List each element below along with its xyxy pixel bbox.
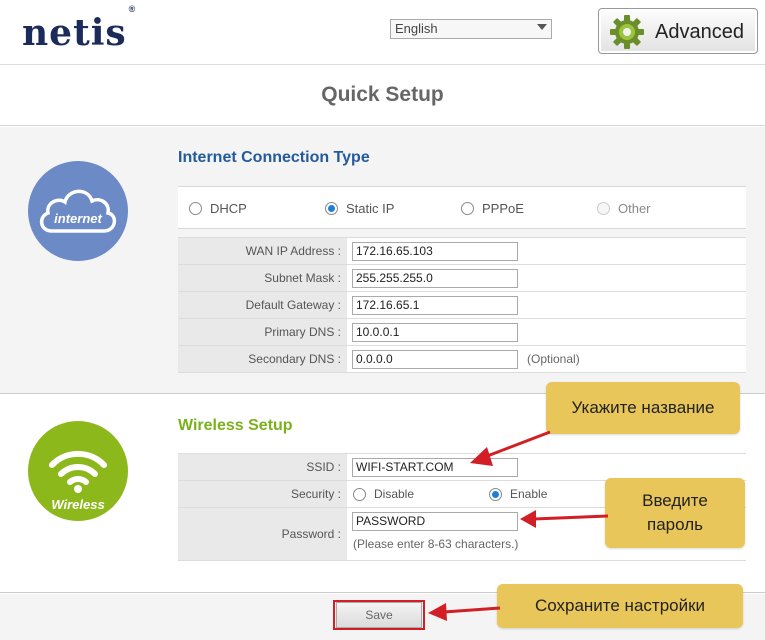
language-select[interactable]: English [390, 19, 552, 39]
ssid-input[interactable]: WIFI-START.COM [352, 458, 518, 477]
default-gateway-input[interactable]: 172.16.65.1 [352, 296, 518, 315]
wireless-circle: Wireless [28, 421, 128, 521]
password-hint: (Please enter 8-63 characters.) [353, 537, 519, 551]
ssid-row: SSID : WIFI-START.COM [178, 454, 746, 481]
internet-icon-label: internet [54, 211, 102, 226]
logo-text: netis [22, 12, 127, 54]
secondary-dns-input[interactable]: 0.0.0.0 [352, 350, 518, 369]
connection-type-radio-group: DHCP Static IP PPPoE Other [178, 186, 746, 229]
subnet-mask-row: Subnet Mask : 255.255.255.0 [178, 265, 746, 292]
callout-password: Введите пароль [605, 478, 745, 548]
advanced-button-label: Advanced [655, 21, 744, 43]
save-button[interactable]: Save [336, 602, 422, 628]
header: netis® English Advanced [0, 0, 765, 65]
radio-dhcp[interactable]: DHCP [189, 201, 247, 216]
static-ip-form: WAN IP Address : 172.16.65.103 Subnet Ma… [178, 237, 746, 373]
wan-ip-row: WAN IP Address : 172.16.65.103 [178, 238, 746, 265]
radio-button-selected-icon [325, 202, 338, 215]
cloud-icon: internet [39, 189, 117, 233]
callout-password-line2: пароль [647, 515, 703, 534]
page-title: Quick Setup [321, 83, 444, 106]
optional-note: (Optional) [527, 352, 580, 366]
title-bar: Quick Setup [0, 66, 765, 126]
default-gateway-row: Default Gateway : 172.16.65.1 [178, 292, 746, 319]
subnet-mask-label: Subnet Mask : [178, 265, 347, 291]
internet-circle: internet [28, 161, 128, 261]
chevron-down-icon [537, 24, 547, 30]
radio-label: PPPoE [482, 201, 524, 216]
secondary-dns-row: Secondary DNS : 0.0.0.0 (Optional) [178, 346, 746, 373]
radio-label: Static IP [346, 201, 395, 216]
secondary-dns-label: Secondary DNS : [178, 346, 347, 372]
radio-label: Other [618, 201, 651, 216]
radio-button-icon [461, 202, 474, 215]
logo-registered-mark: ® [128, 4, 137, 14]
radio-label: Disable [374, 487, 415, 501]
primary-dns-label: Primary DNS : [178, 319, 347, 345]
language-selected-value: English [395, 21, 438, 36]
advanced-button[interactable]: Advanced [598, 8, 758, 54]
netis-logo: netis® [22, 4, 135, 54]
radio-button-icon [597, 202, 610, 215]
wireless-icon-label: Wireless [51, 497, 104, 512]
radio-button-icon [189, 202, 202, 215]
wan-ip-input[interactable]: 172.16.65.103 [352, 242, 518, 261]
radio-label: Enable [510, 487, 548, 501]
radio-button-icon [353, 487, 366, 501]
callout-ssid: Укажите название [546, 382, 740, 434]
wan-ip-label: WAN IP Address : [178, 238, 347, 264]
internet-connection-type-title: Internet Connection Type [178, 149, 370, 166]
radio-pppoe[interactable]: PPPoE [461, 201, 524, 216]
password-input[interactable]: PASSWORD [352, 512, 518, 531]
gear-icon [610, 15, 644, 49]
primary-dns-input[interactable]: 10.0.0.1 [352, 323, 518, 342]
ssid-label: SSID : [178, 454, 347, 480]
primary-dns-row: Primary DNS : 10.0.0.1 [178, 319, 746, 346]
wireless-setup-title: Wireless Setup [178, 417, 293, 434]
radio-static-ip[interactable]: Static IP [325, 201, 394, 216]
radio-label: DHCP [210, 201, 247, 216]
callout-save: Сохраните настройки [497, 584, 743, 628]
security-label: Security : [178, 481, 347, 507]
radio-button-selected-icon [489, 487, 502, 501]
radio-other: Other [597, 201, 651, 216]
callout-password-line1: Введите [642, 491, 708, 510]
wifi-icon: Wireless [49, 450, 107, 512]
default-gateway-label: Default Gateway : [178, 292, 347, 318]
radio-security-disable[interactable]: Disable [353, 487, 414, 501]
password-label: Password : [178, 508, 347, 560]
subnet-mask-input[interactable]: 255.255.255.0 [352, 269, 518, 288]
radio-security-enable[interactable]: Enable [489, 487, 547, 501]
internet-section: internet Internet Connection Type DHCP S… [0, 127, 765, 394]
